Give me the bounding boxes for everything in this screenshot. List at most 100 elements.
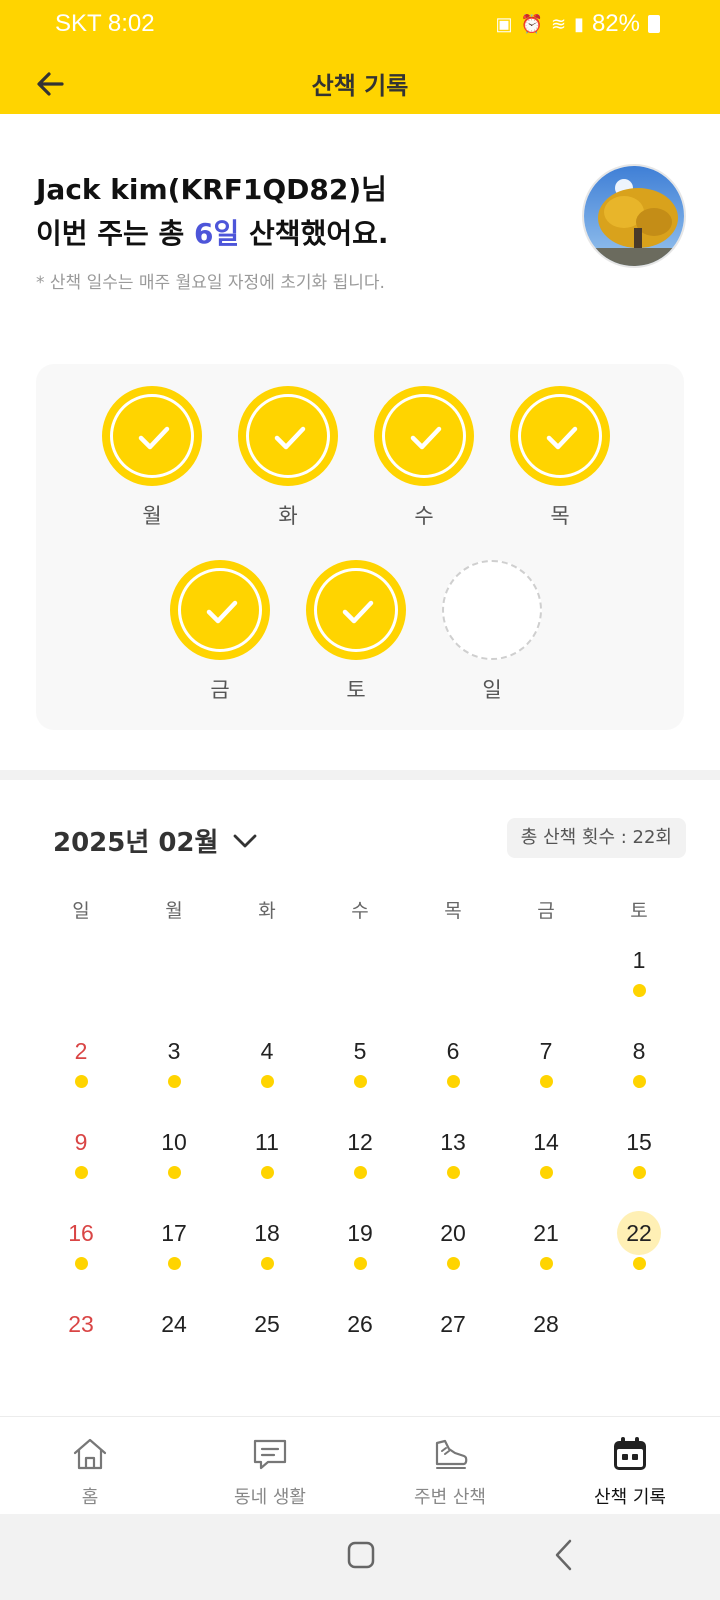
calendar-day[interactable]: 4 <box>235 1029 299 1088</box>
weekday-sun: 일 <box>72 900 90 922</box>
empty-circle <box>442 560 542 660</box>
nav-community[interactable]: 동네 생활 <box>180 1417 360 1515</box>
day-number: 12 <box>347 1129 373 1155</box>
day-number: 6 <box>446 1038 460 1064</box>
day-number: 8 <box>632 1038 646 1064</box>
week-day-wed: 수 <box>372 386 476 536</box>
month-label: 2025년 02월 <box>53 828 219 858</box>
walk-dot <box>260 1166 274 1179</box>
battery-percent: 82% <box>591 10 640 37</box>
walk-dot <box>353 1166 367 1179</box>
section-divider <box>0 770 720 780</box>
nav-label: 동네 생활 <box>234 1487 306 1508</box>
nav-label: 산책 기록 <box>594 1487 666 1508</box>
day-number: 2 <box>74 1038 88 1064</box>
home-icon <box>73 1438 107 1470</box>
reset-note: * 산책 일수는 매주 월요일 자정에 초기화 됩니다. <box>36 273 385 293</box>
calendar-day[interactable]: 5 <box>328 1029 392 1088</box>
total-walks-badge: 총 산책 횟수 : 22회 <box>506 818 686 858</box>
weekly-checklist: 월 화 수 목 금 토 일 <box>36 364 684 730</box>
day-label: 토 <box>346 678 366 702</box>
day-number: 15 <box>626 1129 652 1155</box>
calendar-day[interactable]: 12 <box>328 1120 392 1179</box>
day-number: 19 <box>347 1220 373 1246</box>
calendar-day[interactable]: 13 <box>421 1120 485 1179</box>
calendar-day[interactable]: 23 <box>49 1302 113 1346</box>
calendar-day[interactable]: 26 <box>328 1302 392 1346</box>
walk-day-count: 6일 <box>194 217 240 250</box>
user-name: Jack kim(KRF1QD82)님 <box>36 173 387 206</box>
day-label: 수 <box>414 504 434 528</box>
day-label: 월 <box>142 504 162 528</box>
walk-dot <box>446 1257 460 1270</box>
calendar-day[interactable]: 14 <box>514 1120 578 1179</box>
check-icon <box>206 600 238 624</box>
calendar-day[interactable]: 25 <box>235 1302 299 1346</box>
week-day-fri: 금 <box>168 560 272 710</box>
calendar-day[interactable]: 10 <box>142 1120 206 1179</box>
walk-dot <box>74 1166 88 1179</box>
day-label: 금 <box>210 678 230 702</box>
walk-dot <box>260 1257 274 1270</box>
week-day-sat: 토 <box>304 560 408 710</box>
check-circle <box>306 560 406 660</box>
check-icon <box>274 426 306 450</box>
back-chevron-icon[interactable] <box>550 1538 578 1572</box>
calendar-day[interactable]: 18 <box>235 1211 299 1270</box>
calendar-day[interactable]: 6 <box>421 1029 485 1088</box>
week-day-tue: 화 <box>236 386 340 536</box>
calendar-day-today[interactable]: 22 <box>607 1211 671 1270</box>
bottom-nav: 홈 동네 생활 주변 산책 산책 기록 <box>0 1416 720 1514</box>
home-square-icon[interactable] <box>346 1540 376 1570</box>
signal-icon: ▮ <box>574 13 584 34</box>
walk-dot <box>632 984 646 997</box>
calendar-day[interactable]: 8 <box>607 1029 671 1088</box>
day-number: 28 <box>533 1311 559 1337</box>
calendar-day[interactable]: 27 <box>421 1302 485 1346</box>
day-number: 11 <box>255 1129 279 1155</box>
day-number: 22 <box>617 1211 661 1255</box>
month-selector[interactable]: 2025년 02월 <box>53 822 258 859</box>
calendar-day[interactable]: 17 <box>142 1211 206 1270</box>
walk-dot <box>446 1075 460 1088</box>
walk-dot <box>353 1075 367 1088</box>
calendar-day[interactable]: 9 <box>49 1120 113 1179</box>
walk-summary: Jack kim(KRF1QD82)님 이번 주는 총 6일 산책했어요. <box>36 168 556 256</box>
day-number: 20 <box>440 1220 466 1246</box>
walk-dot <box>353 1257 367 1270</box>
calendar-day[interactable]: 7 <box>514 1029 578 1088</box>
check-circle <box>238 386 338 486</box>
calendar-day[interactable]: 24 <box>142 1302 206 1346</box>
day-number: 26 <box>347 1311 373 1337</box>
nav-walk-record[interactable]: 산책 기록 <box>540 1417 720 1515</box>
calendar-day[interactable]: 16 <box>49 1211 113 1270</box>
calendar-day[interactable]: 3 <box>142 1029 206 1088</box>
calendar-day[interactable]: 1 <box>607 938 671 997</box>
day-number: 4 <box>260 1038 274 1064</box>
day-number: 14 <box>533 1129 559 1155</box>
day-label: 일 <box>482 678 502 702</box>
week-day-thu: 목 <box>508 386 612 536</box>
calendar-day[interactable]: 21 <box>514 1211 578 1270</box>
weekly-summary: 이번 주는 총 6일 산책했어요. <box>36 212 556 256</box>
calendar-day[interactable]: 20 <box>421 1211 485 1270</box>
day-label: 화 <box>278 504 298 528</box>
calendar-day[interactable]: 19 <box>328 1211 392 1270</box>
calendar-day[interactable]: 28 <box>514 1302 578 1346</box>
calendar-day[interactable]: 15 <box>607 1120 671 1179</box>
weekday-tue: 화 <box>258 900 276 922</box>
nav-nearby-walk[interactable]: 주변 산책 <box>360 1417 540 1515</box>
walk-dot <box>74 1075 88 1088</box>
check-icon <box>342 600 374 624</box>
walk-dot <box>632 1166 646 1179</box>
calendar-day[interactable]: 2 <box>49 1029 113 1088</box>
walk-dot <box>260 1075 274 1088</box>
walk-dot <box>74 1257 88 1270</box>
calendar-day[interactable]: 11 <box>235 1120 299 1179</box>
status-icons: ▣ ⏰ ≋ ▮ 82% <box>496 10 660 38</box>
weekday-sat: 토 <box>630 900 648 922</box>
nav-home[interactable]: 홈 <box>0 1417 180 1515</box>
walk-dot <box>539 1166 553 1179</box>
summary-prefix: 이번 주는 총 <box>36 217 195 250</box>
avatar[interactable] <box>582 164 686 268</box>
